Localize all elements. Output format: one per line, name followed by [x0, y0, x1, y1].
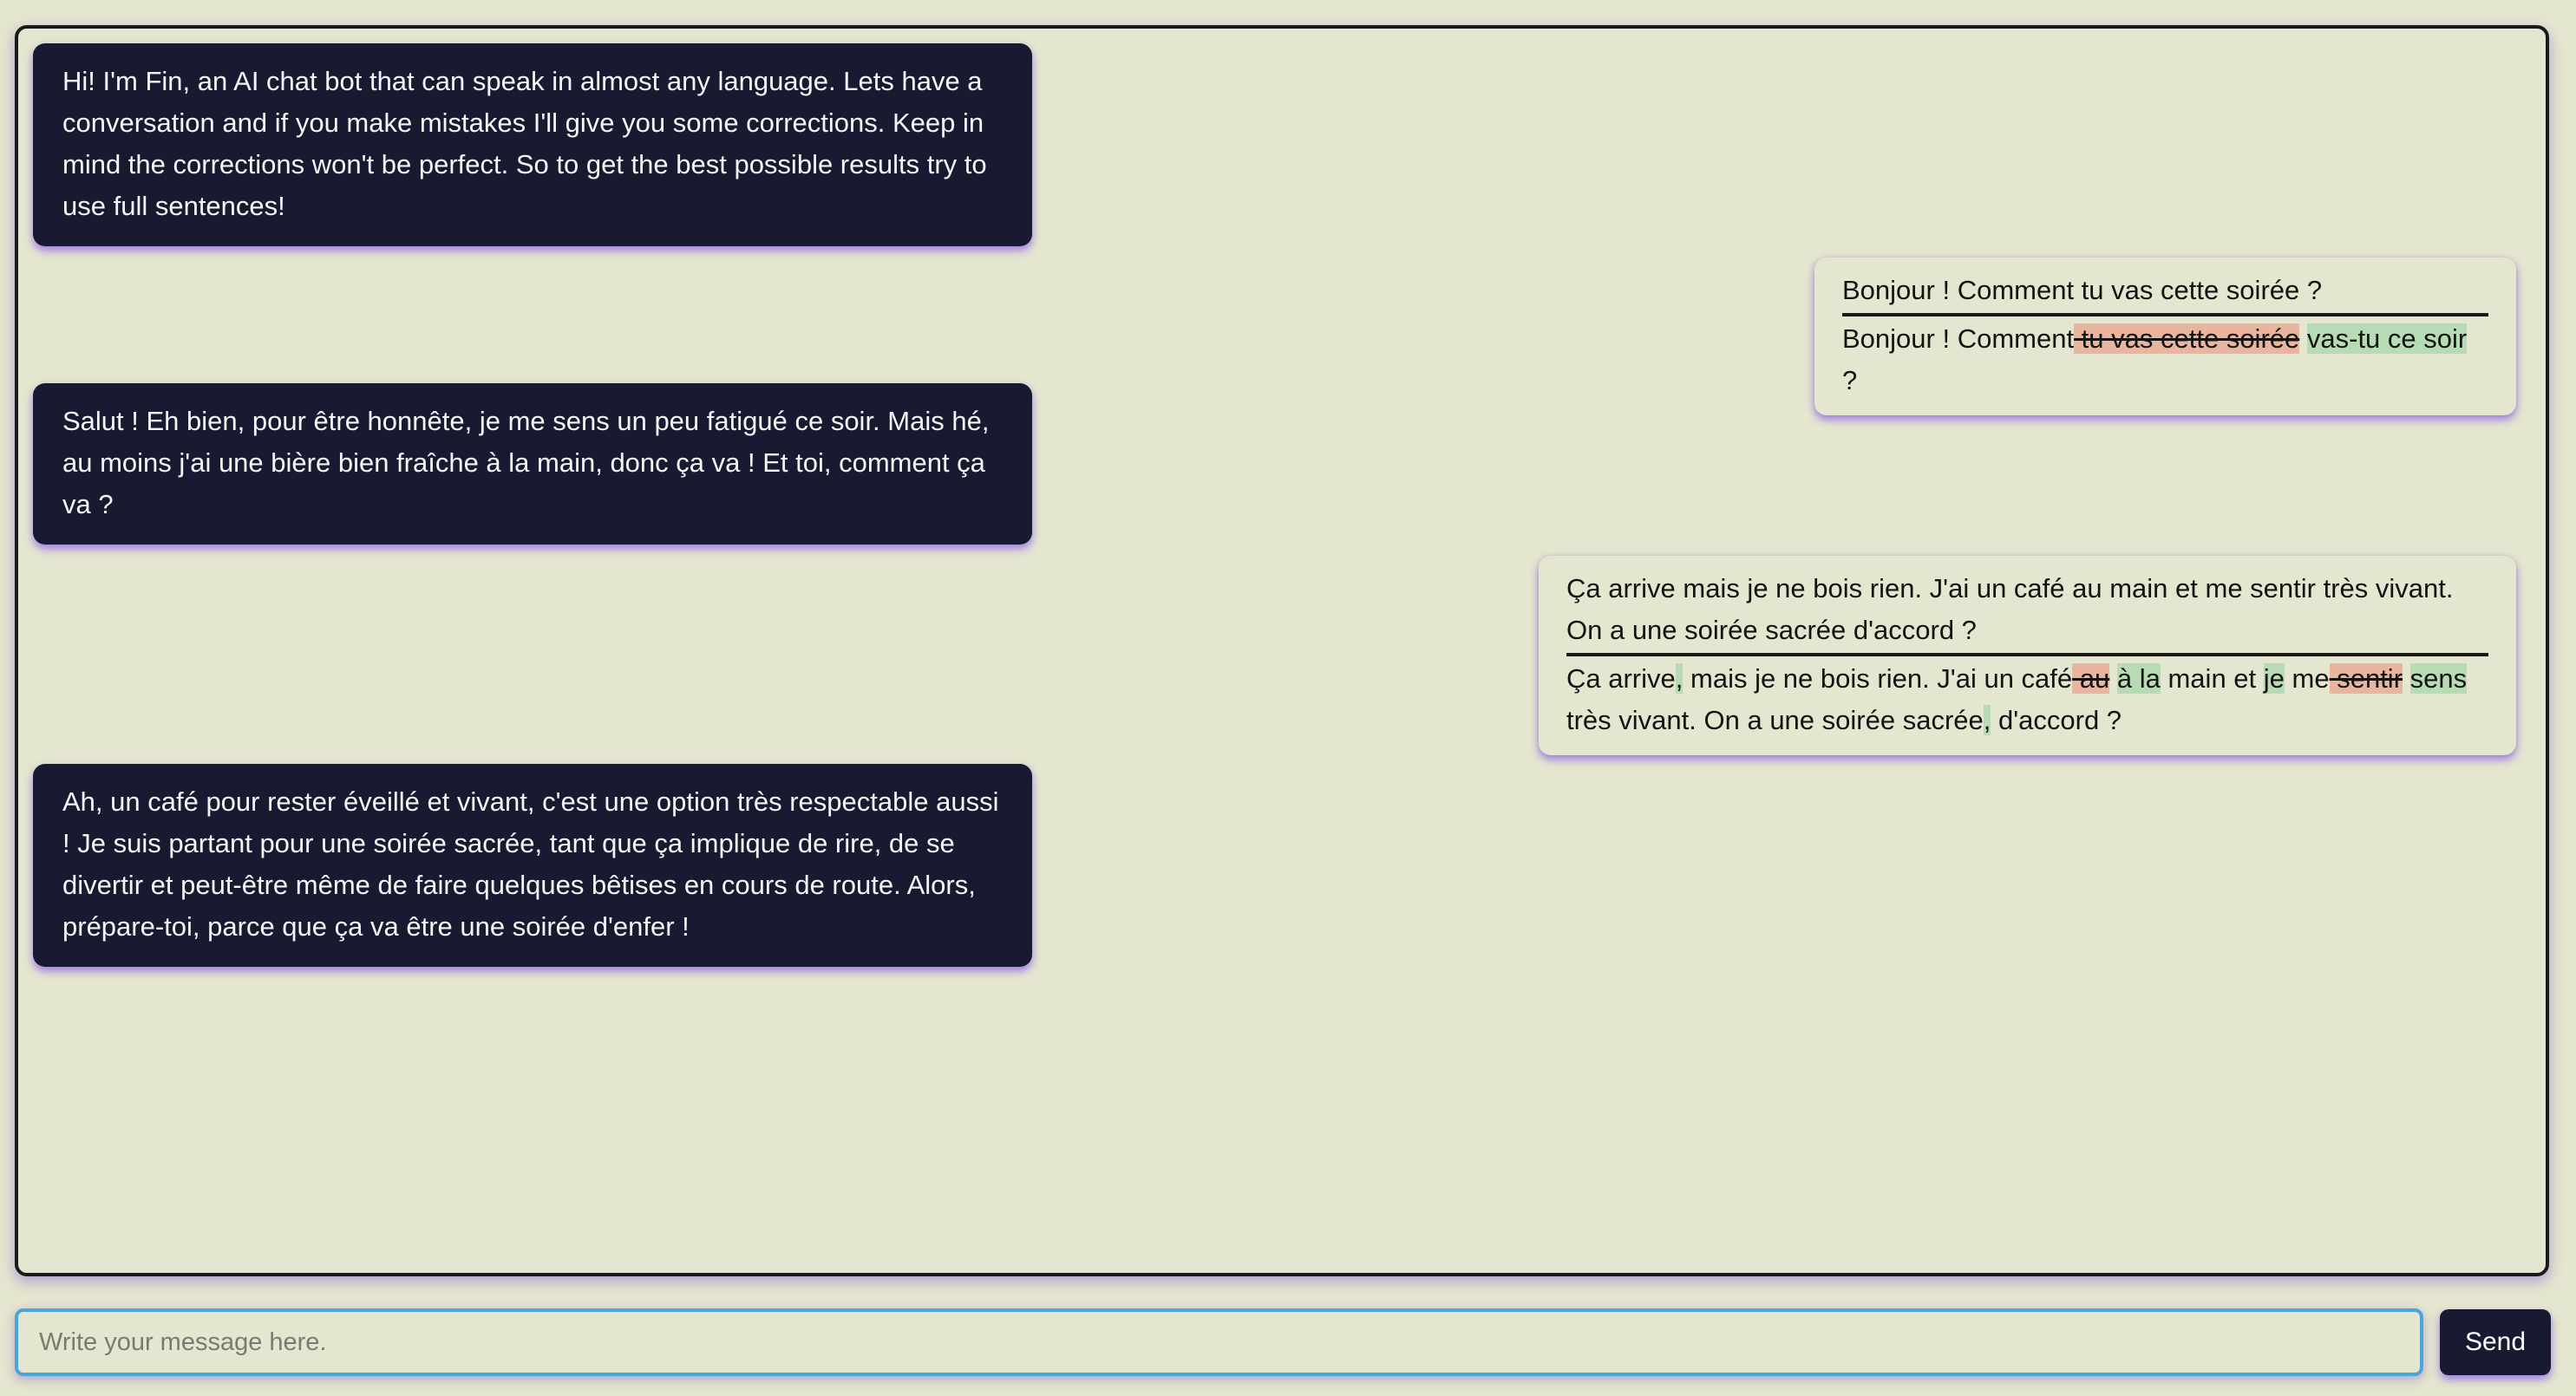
correction-unchanged: d'accord ? — [1991, 705, 2122, 735]
correction-insertion: vas-tu ce soir — [2306, 323, 2468, 354]
bot-message: Ah, un café pour rester éveillé et vivan… — [33, 764, 1032, 967]
correction-deletion: sentir — [2329, 663, 2403, 694]
correction-deletion: tu vas cette soirée — [2074, 323, 2300, 354]
user-message: Bonjour ! Comment tu vas cette soirée ? … — [1814, 258, 2516, 415]
correction-deletion: au — [2072, 663, 2110, 694]
user-original-text: Ça arrive mais je ne bois rien. J'ai un … — [1566, 568, 2488, 656]
correction-insertion: je — [2263, 663, 2285, 694]
correction-unchanged — [2109, 663, 2117, 694]
send-button[interactable]: Send — [2440, 1309, 2551, 1375]
user-corrected-text: Ça arrive, mais je ne bois rien. J'ai un… — [1566, 656, 2488, 741]
correction-unchanged: me — [2284, 663, 2330, 694]
bot-message-text: Hi! I'm Fin, an AI chat bot that can spe… — [62, 66, 987, 221]
correction-unchanged: Bonjour ! Comment — [1842, 323, 2075, 354]
user-message: Ça arrive mais je ne bois rien. J'ai un … — [1539, 556, 2516, 755]
bot-message-text: Ah, un café pour rester éveillé et vivan… — [62, 786, 999, 942]
chat-history[interactable]: Hi! I'm Fin, an AI chat bot that can spe… — [15, 25, 2549, 1276]
correction-unchanged — [2299, 323, 2307, 354]
correction-unchanged: main et — [2160, 663, 2264, 694]
correction-unchanged: ? — [1842, 365, 1858, 395]
correction-unchanged: mais je ne bois rien. J'ai un café — [1683, 663, 2073, 694]
correction-unchanged: très vivant. On a une soirée sacrée — [1566, 705, 1984, 735]
bot-message: Salut ! Eh bien, pour être honnête, je m… — [33, 383, 1032, 545]
correction-insertion: à la — [2116, 663, 2161, 694]
user-original-text: Bonjour ! Comment tu vas cette soirée ? — [1842, 270, 2488, 316]
bot-message: Hi! I'm Fin, an AI chat bot that can spe… — [33, 43, 1032, 246]
correction-unchanged — [2403, 663, 2410, 694]
correction-unchanged: Ça arrive — [1566, 663, 1676, 694]
user-corrected-text: Bonjour ! Comment tu vas cette soirée va… — [1842, 316, 2488, 401]
correction-insertion: sens — [2409, 663, 2468, 694]
bot-message-text: Salut ! Eh bien, pour être honnête, je m… — [62, 406, 990, 519]
message-input[interactable] — [15, 1308, 2423, 1376]
